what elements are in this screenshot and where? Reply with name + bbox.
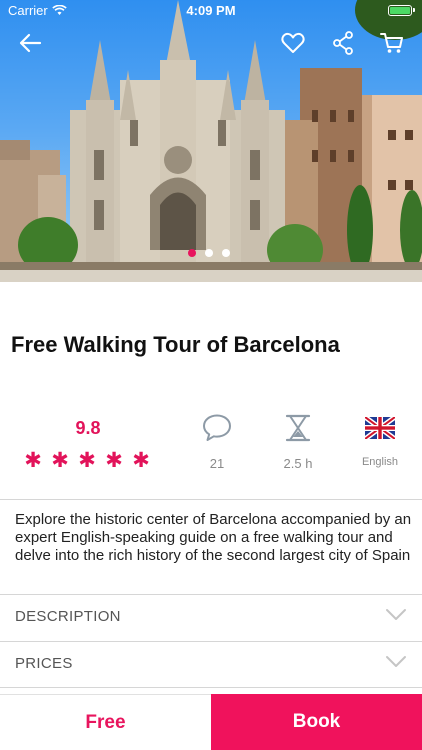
duration-stat: 2.5 h xyxy=(258,408,338,471)
cart-icon xyxy=(380,33,403,53)
prices-section[interactable]: PRICES xyxy=(0,641,422,687)
carousel-dot[interactable] xyxy=(222,249,230,257)
section-label: PRICES xyxy=(15,655,73,672)
battery-icon xyxy=(388,5,415,16)
chevron-down-icon xyxy=(386,609,406,620)
comments-count: 21 xyxy=(209,456,225,471)
carousel-dot[interactable] xyxy=(188,249,196,257)
share-button[interactable] xyxy=(328,28,358,58)
cart-button[interactable] xyxy=(377,28,407,58)
hourglass-icon xyxy=(285,414,311,442)
star-icon: ✱ xyxy=(105,449,123,472)
uk-flag-icon xyxy=(365,417,395,439)
heart-icon xyxy=(281,32,305,53)
bottom-action-bar: Free Book xyxy=(0,694,422,750)
back-arrow-icon xyxy=(19,33,42,53)
tour-stats: 9.8 ✱ ✱ ✱ ✱ ✱ 21 2.5 h English xyxy=(0,405,422,495)
chevron-down-icon xyxy=(386,656,406,667)
rating-stars: ✱ ✱ ✱ ✱ ✱ xyxy=(24,449,150,472)
rating-value: 9.8 xyxy=(75,418,101,438)
star-icon: ✱ xyxy=(78,449,96,472)
free-button[interactable]: Free xyxy=(0,694,211,750)
section-label: DESCRIPTION xyxy=(15,608,121,625)
status-time: 4:09 PM xyxy=(186,3,236,18)
carousel-indicator xyxy=(188,249,230,257)
star-icon: ✱ xyxy=(24,449,42,472)
language-value: English xyxy=(361,456,399,468)
comments-stat[interactable]: 21 xyxy=(177,408,257,471)
share-icon xyxy=(333,31,353,55)
hero-image: Carrier 4:09 PM xyxy=(0,0,422,282)
favorite-button[interactable] xyxy=(278,28,308,58)
divider xyxy=(0,687,422,688)
comment-icon xyxy=(203,414,231,441)
status-bar: Carrier 4:09 PM xyxy=(0,0,422,22)
description-section[interactable]: DESCRIPTION xyxy=(0,594,422,640)
back-button[interactable] xyxy=(15,28,45,58)
book-button[interactable]: Book xyxy=(211,694,422,750)
star-icon: ✱ xyxy=(132,449,150,472)
star-icon: ✱ xyxy=(51,449,69,472)
carousel-dot[interactable] xyxy=(205,249,213,257)
divider xyxy=(0,499,422,500)
duration-value: 2.5 h xyxy=(283,456,313,471)
cathedral-photo xyxy=(0,0,422,282)
tour-summary: Explore the historic center of Barcelona… xyxy=(15,511,412,564)
language-stat: English xyxy=(340,408,420,468)
tour-title: Free Walking Tour of Barcelona xyxy=(11,332,340,357)
